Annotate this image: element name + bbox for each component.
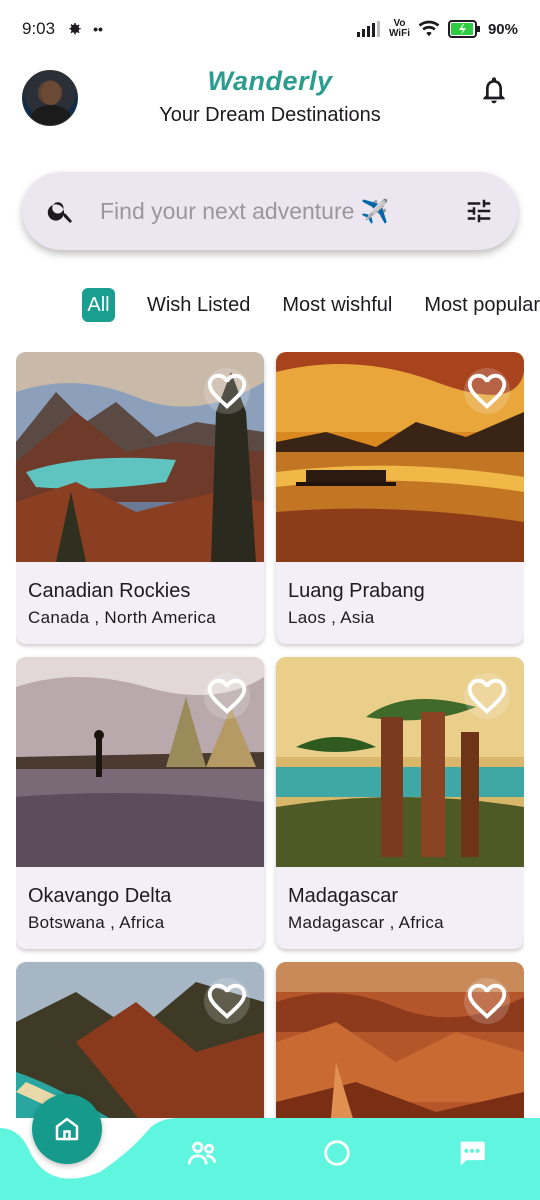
destination-card[interactable]: Madagascar Madagascar , Africa [276, 657, 524, 949]
bottom-navigation [0, 1094, 540, 1200]
signal-icon [356, 21, 380, 37]
destination-card[interactable]: Canadian Rockies Canada , North America [16, 352, 264, 644]
chip-most-wishful[interactable]: Most wishful [282, 294, 392, 317]
category-chips: All Wish Listed Most wishful Most popula… [82, 286, 540, 324]
search-input[interactable] [100, 197, 450, 225]
favorite-button[interactable] [204, 368, 250, 414]
chip-most-popular[interactable]: Most popular [424, 294, 540, 317]
card-image [276, 657, 524, 867]
heart-outline-icon [467, 373, 507, 410]
battery-icon [447, 20, 480, 38]
destination-card[interactable]: Luang Prabang Laos , Asia [276, 352, 524, 644]
card-title: Luang Prabang [288, 580, 425, 602]
card-location: Laos , Asia [288, 608, 375, 627]
status-time: 9:03 [22, 19, 56, 38]
destination-card[interactable] [276, 962, 524, 1118]
heart-outline-icon [467, 983, 507, 1020]
favorite-button[interactable] [204, 673, 250, 719]
search-bar[interactable] [22, 172, 518, 250]
destination-card[interactable] [16, 962, 264, 1118]
tune-icon[interactable] [464, 196, 494, 226]
settings-gear-icon [69, 23, 81, 35]
wifi-icon [418, 20, 440, 37]
circle-icon[interactable] [320, 1136, 354, 1170]
status-left: 9:03 •• [22, 19, 103, 39]
favorite-button[interactable] [464, 978, 510, 1024]
chat-icon[interactable] [455, 1136, 489, 1170]
card-location: Canada , North America [28, 608, 217, 627]
battery-percent: 90% [487, 20, 518, 38]
card-image [276, 962, 524, 1118]
favorite-button[interactable] [204, 978, 250, 1024]
favorite-button[interactable] [464, 673, 510, 719]
card-image [16, 962, 264, 1118]
card-title: Madagascar [288, 885, 399, 907]
card-location: Botswana , Africa [28, 913, 165, 932]
heart-outline-icon [467, 678, 507, 715]
heart-outline-icon [207, 678, 247, 715]
app-title: Wanderly [207, 66, 333, 96]
status-right: Vo WiFi 90% [356, 19, 518, 39]
app-subtitle: Your Dream Destinations [159, 104, 381, 126]
card-image [16, 657, 264, 867]
destination-card[interactable]: Okavango Delta Botswana , Africa [16, 657, 264, 949]
vowifi-bottom: WiFi [388, 28, 410, 39]
status-bar: 9:03 •• Vo WiFi 90% [0, 0, 540, 58]
search-icon[interactable] [46, 196, 76, 226]
card-location: Madagascar , Africa [288, 913, 444, 932]
favorite-button[interactable] [464, 368, 510, 414]
card-title: Canadian Rockies [28, 580, 191, 602]
card-title: Okavango Delta [28, 885, 172, 907]
bell-icon[interactable] [478, 74, 510, 106]
card-image [16, 352, 264, 562]
people-icon[interactable] [185, 1136, 219, 1170]
card-image [276, 352, 524, 562]
chip-all[interactable]: All [82, 288, 115, 322]
home-icon [55, 1117, 79, 1141]
dots-icon: •• [93, 21, 103, 37]
home-button[interactable] [32, 1094, 102, 1164]
chip-wish-listed[interactable]: Wish Listed [147, 294, 250, 317]
destination-grid: Canadian Rockies Canada , North America … [16, 352, 524, 1118]
header: Wanderly Your Dream Destinations [0, 62, 540, 142]
heart-outline-icon [207, 373, 247, 410]
heart-outline-icon [207, 983, 247, 1020]
vowifi-label: Vo WiFi [389, 19, 410, 39]
